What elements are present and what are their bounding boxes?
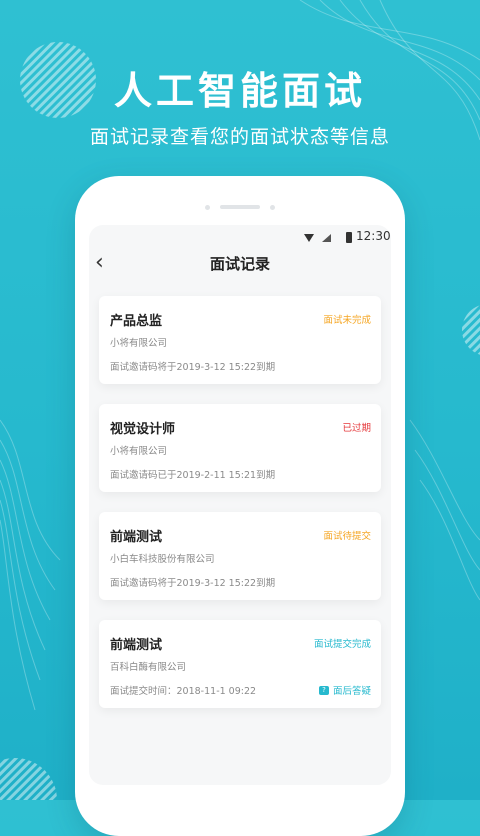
interview-card[interactable]: 视觉设计师 已过期 小将有限公司 面试邀请码已于2019-2-11 15:21到… xyxy=(99,404,381,492)
sensor-dot xyxy=(270,205,275,210)
card-title: 视觉设计师 xyxy=(110,422,176,437)
question-bubble-icon: ? xyxy=(318,685,329,695)
card-note: 面试邀请码已于2019-2-11 15:21到期 xyxy=(110,470,276,481)
status-badge: 面试提交完成 xyxy=(313,639,371,650)
phone-speaker xyxy=(220,205,260,209)
card-company: 小将有限公司 xyxy=(110,338,168,349)
signal-icon xyxy=(322,234,331,242)
card-note: 面试邀请码将于2019-3-12 15:22到期 xyxy=(110,578,276,589)
qa-label: 面后答疑 xyxy=(332,686,371,697)
wifi-icon xyxy=(304,234,314,242)
phone-mockup: 12:30 ‹ 面试记录 产品总监 面试未完成 小将有限公司 面试邀请码将于20… xyxy=(75,176,405,836)
app-screen: 12:30 ‹ 面试记录 产品总监 面试未完成 小将有限公司 面试邀请码将于20… xyxy=(89,225,391,785)
camera-dot xyxy=(205,205,210,210)
status-badge: 面试待提交 xyxy=(323,531,371,542)
card-note: 面试邀请码将于2019-3-12 15:22到期 xyxy=(110,362,276,373)
card-company: 小白车科技股份有限公司 xyxy=(110,554,215,565)
promo-subtitle: 面试记录查看您的面试状态等信息 xyxy=(89,126,390,148)
card-note: 面试提交时间：2018-11-1 09:22 xyxy=(110,686,257,697)
card-company: 百科白酶有限公司 xyxy=(110,662,187,673)
interview-card[interactable]: 前端测试 面试提交完成 百科白酶有限公司 面试提交时间：2018-11-1 09… xyxy=(99,620,381,708)
nav-bar: ‹ 面试记录 xyxy=(89,247,391,279)
card-title: 前端测试 xyxy=(110,638,163,653)
interview-card[interactable]: 前端测试 面试待提交 小白车科技股份有限公司 面试邀请码将于2019-3-12 … xyxy=(99,512,381,600)
battery-icon xyxy=(346,232,352,243)
interview-card[interactable]: 产品总监 面试未完成 小将有限公司 面试邀请码将于2019-3-12 15:22… xyxy=(99,296,381,384)
status-time: 12:30 xyxy=(356,229,391,243)
card-company: 小将有限公司 xyxy=(110,446,168,457)
card-title: 产品总监 xyxy=(110,314,163,329)
page-title: 面试记录 xyxy=(209,255,270,273)
card-title: 前端测试 xyxy=(110,530,163,545)
promo-title: 人工智能面试 xyxy=(113,69,366,113)
status-badge: 已过期 xyxy=(342,423,371,434)
status-badge: 面试未完成 xyxy=(323,315,371,326)
qa-button[interactable]: ? 面后答疑 xyxy=(318,683,371,697)
